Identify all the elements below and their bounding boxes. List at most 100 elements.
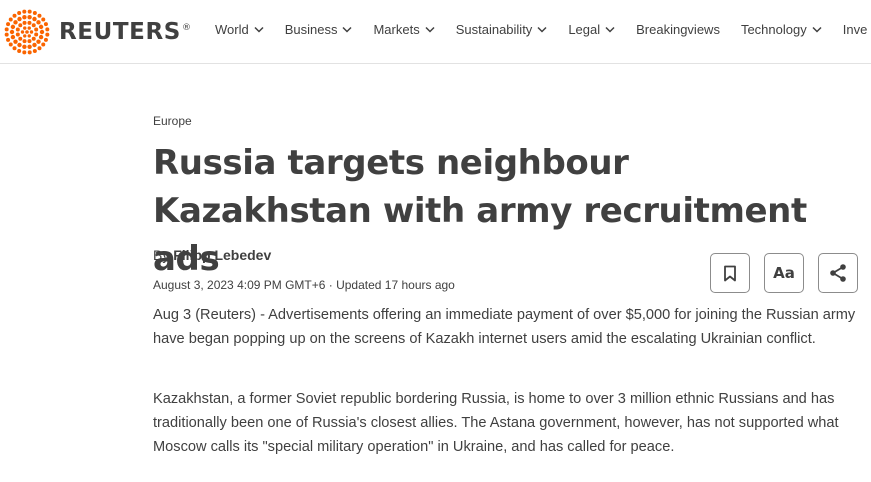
registered-mark: ® (181, 23, 192, 34)
logo-dot (22, 44, 27, 49)
logo-dot (27, 50, 32, 55)
share-button[interactable] (818, 253, 858, 293)
chevron-down-icon (425, 26, 435, 33)
logo-dot (9, 29, 15, 35)
article-tools: Aa (710, 253, 858, 293)
logo-dot (15, 32, 20, 37)
logo-dot (17, 48, 22, 53)
logo-dot (25, 30, 29, 34)
nav-item-label: Sustainability (455, 22, 533, 37)
logo-dot (37, 46, 42, 51)
nav-item-label: Inve (842, 22, 868, 37)
logo-dot (45, 27, 50, 32)
logo-dot (38, 34, 44, 40)
chevron-down-icon (812, 26, 822, 33)
nav-item-inve[interactable]: Inve (843, 22, 868, 37)
logo-dot (22, 50, 27, 55)
logo-dot (6, 22, 11, 27)
logo-dot (31, 36, 36, 41)
logo-dot (18, 23, 23, 28)
reuters-logo-mark-icon (4, 9, 50, 55)
logo-dot (13, 39, 18, 44)
section-label[interactable]: Europe (153, 114, 192, 128)
nav-item-label: Breakingviews (636, 22, 720, 37)
site-header: REUTERS® World Business Markets Sustainabil… (0, 0, 871, 64)
logo-dot (8, 42, 13, 47)
logo-dot (12, 13, 17, 18)
chevron-down-icon (537, 26, 547, 33)
logo-dot (34, 32, 39, 37)
logo-dot (43, 22, 48, 27)
logo-dot (22, 39, 27, 44)
nav-item-legal[interactable]: Legal (568, 22, 615, 37)
text-size-label: Aa (773, 264, 795, 282)
logo-dot (23, 26, 27, 30)
logo-dot (29, 30, 34, 34)
logo-dot (37, 13, 42, 18)
logo-dot (31, 23, 36, 28)
logo-dot (41, 42, 46, 47)
logo-dot (41, 17, 46, 22)
logo-wordmark: REUTERS® (59, 19, 192, 45)
logo-dot (34, 27, 39, 32)
logo-dot (27, 20, 32, 25)
nav-item-label: Legal (568, 22, 601, 37)
bookmark-icon (724, 265, 736, 281)
logo-dot (6, 37, 11, 42)
article-paragraph-2: Kazakhstan, a former Soviet republic bor… (153, 391, 839, 455)
logo-dot (12, 46, 17, 51)
nav-item-business[interactable]: Business (285, 22, 353, 37)
nav-item-label: Technology (740, 22, 807, 37)
reuters-logo[interactable]: REUTERS® (3, 8, 192, 56)
logo-dot (27, 34, 31, 38)
logo-dot (39, 29, 45, 35)
bookmark-button[interactable] (710, 253, 750, 293)
nav-item-world[interactable]: World (215, 22, 264, 37)
logo-dot (4, 27, 9, 32)
logo-dot (32, 42, 37, 48)
byline-prefix: By (153, 247, 170, 263)
chevron-down-icon (605, 26, 615, 33)
logo-dot (27, 44, 32, 49)
logo-dot (18, 36, 23, 41)
nav-item-sustainability[interactable]: Sustainability (456, 22, 548, 37)
logo-dot (32, 11, 37, 16)
logo-dot (20, 30, 25, 34)
logo-dot (45, 32, 50, 37)
logo-dot (4, 32, 9, 37)
logo-dot (36, 20, 41, 25)
logo-dot (27, 9, 32, 14)
logo-dot (23, 34, 27, 38)
nav-item-label: World (215, 22, 249, 37)
nav-item-breakingviews[interactable]: Breakingviews (636, 22, 720, 37)
article-dateline: August 3, 2023 4:09 PM GMT+6 · Updated 1… (153, 278, 455, 292)
logo-dot (13, 20, 18, 25)
logo-dot (22, 20, 27, 25)
logo-dot (27, 15, 32, 20)
chevron-down-icon (254, 26, 264, 33)
logo-dot (10, 34, 16, 40)
logo-dot (17, 16, 22, 22)
nav-item-label: Business (284, 22, 338, 37)
share-icon (830, 264, 846, 282)
nav-item-label: Markets (373, 22, 420, 37)
logo-dot (38, 24, 44, 30)
nav-item-markets[interactable]: Markets (373, 22, 435, 37)
logo-dot (17, 11, 22, 16)
logo-dot (32, 48, 37, 53)
logo-dot (17, 42, 22, 48)
author-link[interactable]: Filipp Lebedev (173, 247, 271, 263)
chevron-down-icon (342, 26, 352, 33)
nav-item-technology[interactable]: Technology (741, 22, 822, 37)
byline: By Filipp Lebedev (153, 247, 271, 263)
logo-dot (43, 37, 48, 42)
article-paragraph-1: Aug 3 (Reuters) - Advertisements offerin… (153, 307, 856, 347)
logo-dot (27, 26, 31, 30)
logo-dot (8, 17, 13, 22)
text-size-button[interactable]: Aa (764, 253, 804, 293)
logo-dot (15, 27, 20, 32)
logo-dot (36, 39, 41, 44)
logo-dot (10, 24, 16, 30)
logo-text: REUTERS (59, 19, 181, 45)
main-navigation: World Business Markets Sustainability Legal B… (215, 22, 871, 37)
